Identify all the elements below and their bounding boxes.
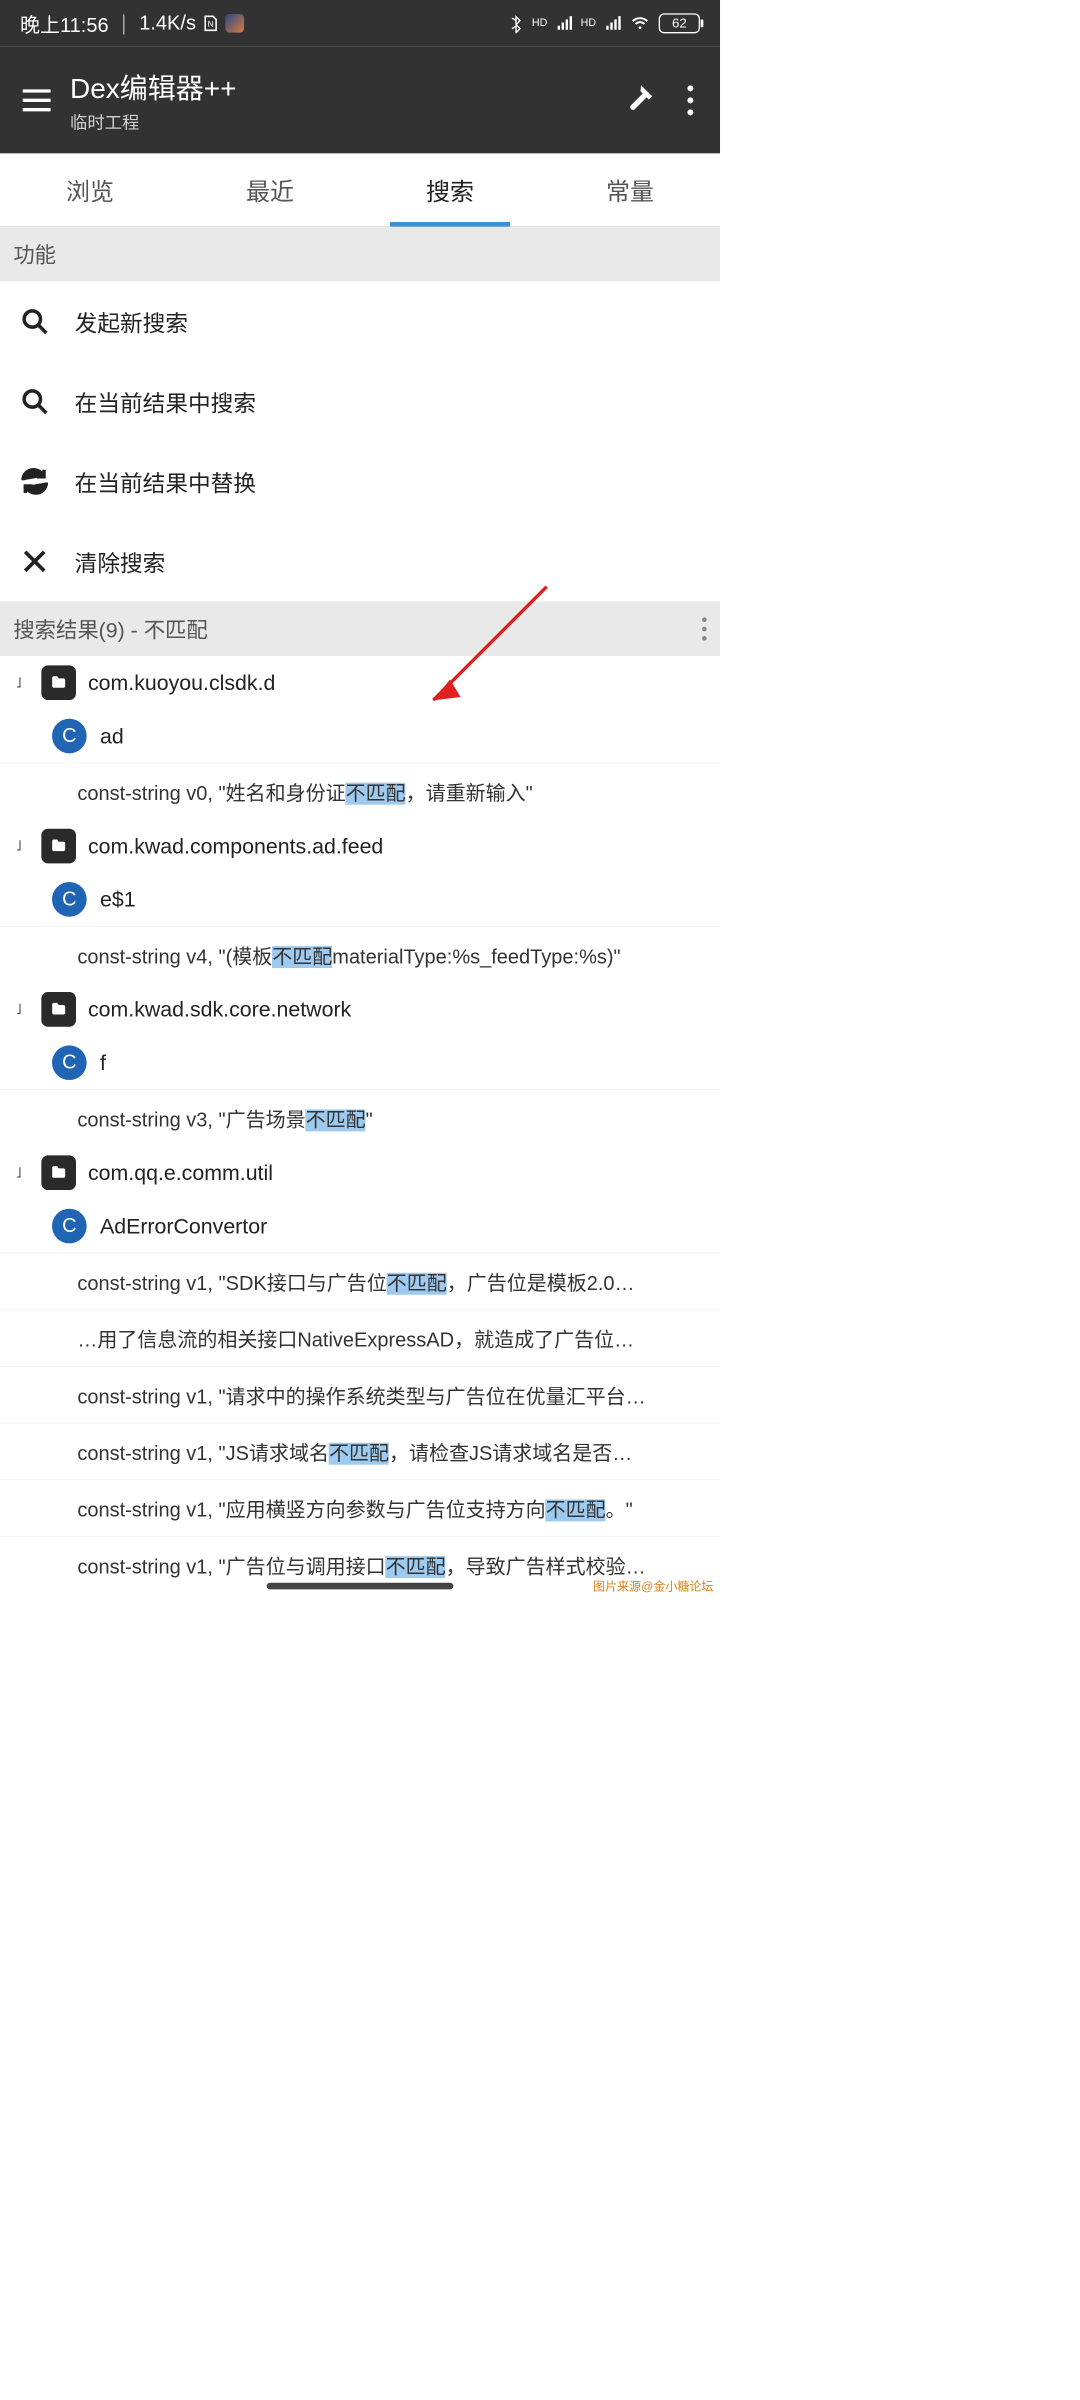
tab-browse[interactable]: 浏览 — [0, 153, 180, 226]
folder-icon — [41, 665, 76, 700]
app-toolbar: Dex编辑器++ 临时工程 — [0, 47, 720, 154]
func-search-in-results[interactable]: 在当前结果中搜索 — [0, 361, 720, 441]
watermark: 图片来源@金小糖论坛 — [593, 1577, 713, 1594]
replace-icon — [20, 467, 49, 496]
package-name: com.kwad.sdk.core.network — [88, 997, 351, 1022]
folder-icon — [41, 829, 76, 864]
func-new-search[interactable]: 发起新搜索 — [0, 281, 720, 361]
package-row[interactable]: ˩ com.qq.e.comm.util — [0, 1146, 720, 1199]
hd-indicator-1: HD — [532, 17, 547, 29]
class-name: f — [100, 1050, 106, 1075]
code-line[interactable]: const-string v1, "请求中的操作系统类型与广告位在优量汇平台… — [0, 1366, 720, 1423]
code-line[interactable]: const-string v1, "应用横竖方向参数与广告位支持方向不匹配。" — [0, 1479, 720, 1536]
func-replace-in-results[interactable]: 在当前结果中替换 — [0, 441, 720, 521]
hd-indicator-2: HD — [581, 17, 596, 29]
class-icon: C — [52, 882, 87, 917]
status-left: 晚上11:56 ｜ 1.4K/s N — [20, 9, 244, 38]
class-icon: C — [52, 1045, 87, 1080]
results-title: 搜索结果(9) - 不匹配 — [13, 613, 207, 644]
tab-constants[interactable]: 常量 — [540, 153, 720, 226]
package-row[interactable]: ˩ com.kwad.sdk.core.network — [0, 983, 720, 1036]
package-name: com.qq.e.comm.util — [88, 1160, 273, 1185]
search-icon — [20, 307, 49, 336]
app-title: Dex编辑器++ — [70, 66, 622, 107]
signal-icon-1 — [555, 15, 572, 31]
package-row[interactable]: ˩ com.kwad.components.ad.feed — [0, 819, 720, 872]
code-line[interactable]: …用了信息流的相关接口NativeExpressAD，就造成了广告位… — [0, 1309, 720, 1366]
code-line[interactable]: const-string v4, "(模板不匹配materialType:%s_… — [0, 926, 720, 983]
overflow-button[interactable] — [687, 85, 693, 115]
code-line[interactable]: const-string v3, "广告场景不匹配" — [0, 1089, 720, 1146]
app-small-icon — [225, 14, 244, 33]
code-line[interactable]: const-string v0, "姓名和身份证不匹配，请重新输入" — [0, 763, 720, 820]
app-subtitle: 临时工程 — [70, 109, 622, 134]
collapse-icon: ˩ — [16, 674, 29, 691]
section-results-header: 搜索结果(9) - 不匹配 — [0, 601, 720, 656]
toolbar-actions — [622, 82, 707, 119]
status-netspeed: 1.4K/s — [139, 12, 196, 35]
package-name: com.kuoyou.clsdk.d — [88, 670, 275, 695]
bluetooth-icon — [508, 13, 524, 33]
package-row[interactable]: ˩ com.kuoyou.clsdk.d — [0, 656, 720, 709]
folder-icon — [41, 1155, 76, 1190]
search-icon — [20, 387, 49, 416]
sim-icon: N — [201, 14, 220, 33]
class-name: e$1 — [100, 887, 136, 912]
collapse-icon: ˩ — [16, 837, 29, 854]
func-clear-search[interactable]: 清除搜索 — [0, 521, 720, 601]
tab-bar: 浏览 最近 搜索 常量 — [0, 153, 720, 226]
class-row[interactable]: Ce$1 — [0, 873, 720, 926]
tab-search[interactable]: 搜索 — [360, 153, 540, 226]
results-more-button[interactable] — [702, 617, 707, 640]
nav-handle[interactable] — [267, 1583, 454, 1590]
class-name: ad — [100, 724, 124, 749]
class-row[interactable]: Cf — [0, 1036, 720, 1089]
class-icon: C — [52, 719, 87, 754]
tab-recent[interactable]: 最近 — [180, 153, 360, 226]
collapse-icon: ˩ — [16, 1164, 29, 1181]
class-row[interactable]: C AdErrorConvertor — [0, 1199, 720, 1252]
status-bar: 晚上11:56 ｜ 1.4K/s N HD HD 62 — [0, 0, 720, 47]
folder-icon — [41, 992, 76, 1027]
collapse-icon: ˩ — [16, 1001, 29, 1018]
class-icon: C — [52, 1209, 87, 1244]
package-name: com.kwad.components.ad.feed — [88, 834, 383, 859]
battery-indicator: 62 — [659, 13, 700, 33]
status-time: 晚上11:56 — [20, 9, 109, 38]
svg-text:N: N — [208, 19, 214, 29]
section-functions: 功能 — [0, 227, 720, 282]
results-list: ˩com.kuoyou.clsdk.dCadconst-string v0, "… — [0, 656, 720, 1593]
wifi-icon — [629, 15, 650, 32]
status-right: HD HD 62 — [508, 13, 700, 33]
title-block: Dex编辑器++ 临时工程 — [60, 66, 622, 134]
build-button[interactable] — [622, 82, 655, 119]
code-line[interactable]: const-string v1, "JS请求域名不匹配，请检查JS请求域名是否… — [0, 1423, 720, 1480]
menu-button[interactable] — [13, 89, 60, 111]
class-name: AdErrorConvertor — [100, 1214, 267, 1239]
class-row[interactable]: Cad — [0, 709, 720, 762]
signal-icon-2 — [604, 15, 621, 31]
close-icon — [20, 547, 49, 576]
code-line[interactable]: const-string v1, "SDK接口与广告位不匹配，广告位是模板2.0… — [0, 1253, 720, 1310]
